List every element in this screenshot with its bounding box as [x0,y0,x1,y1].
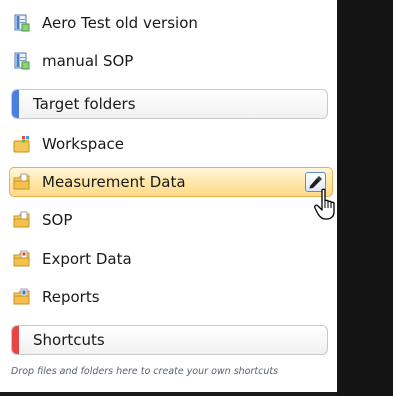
folder-icon [13,173,30,190]
folder-item-export-data[interactable]: Export Data [10,245,330,273]
folder-item-reports[interactable]: Reports [10,283,330,311]
document-icon [14,52,30,70]
shortcuts-drop-hint: Drop files and folders here to create yo… [11,366,279,377]
hand-cursor-icon [314,188,335,220]
group-accent-strip [12,326,19,354]
document-item-aero-test-old-version[interactable]: Aero Test old version [10,9,330,37]
folder-label: Export Data [42,250,132,268]
folder-item-measurement-data[interactable]: Measurement Data [10,168,330,196]
folder-icon [13,250,30,267]
navigation-panel: Aero Test old version manual SOP Target … [0,0,337,396]
folder-icon [13,288,30,305]
group-header-label: Shortcuts [33,331,105,349]
group-header-label: Target folders [33,95,136,113]
shortcuts-header[interactable]: Shortcuts [11,325,328,355]
folder-label: Measurement Data [42,173,186,191]
side-pane [337,0,393,396]
bottom-divider [0,392,337,396]
document-item-manual-sop[interactable]: manual SOP [10,47,330,75]
workspace-folder-icon [13,136,30,153]
folder-item-workspace[interactable]: Workspace [10,130,330,158]
document-label: Aero Test old version [42,14,198,32]
group-accent-strip [12,90,19,118]
document-icon [14,14,30,32]
document-label: manual SOP [42,52,134,70]
folder-label: Reports [42,288,100,306]
target-folders-header[interactable]: Target folders [11,89,328,119]
folder-label: Workspace [42,135,124,153]
folder-item-sop[interactable]: SOP [10,206,330,234]
folder-label: SOP [42,211,73,229]
folder-icon [13,211,30,228]
